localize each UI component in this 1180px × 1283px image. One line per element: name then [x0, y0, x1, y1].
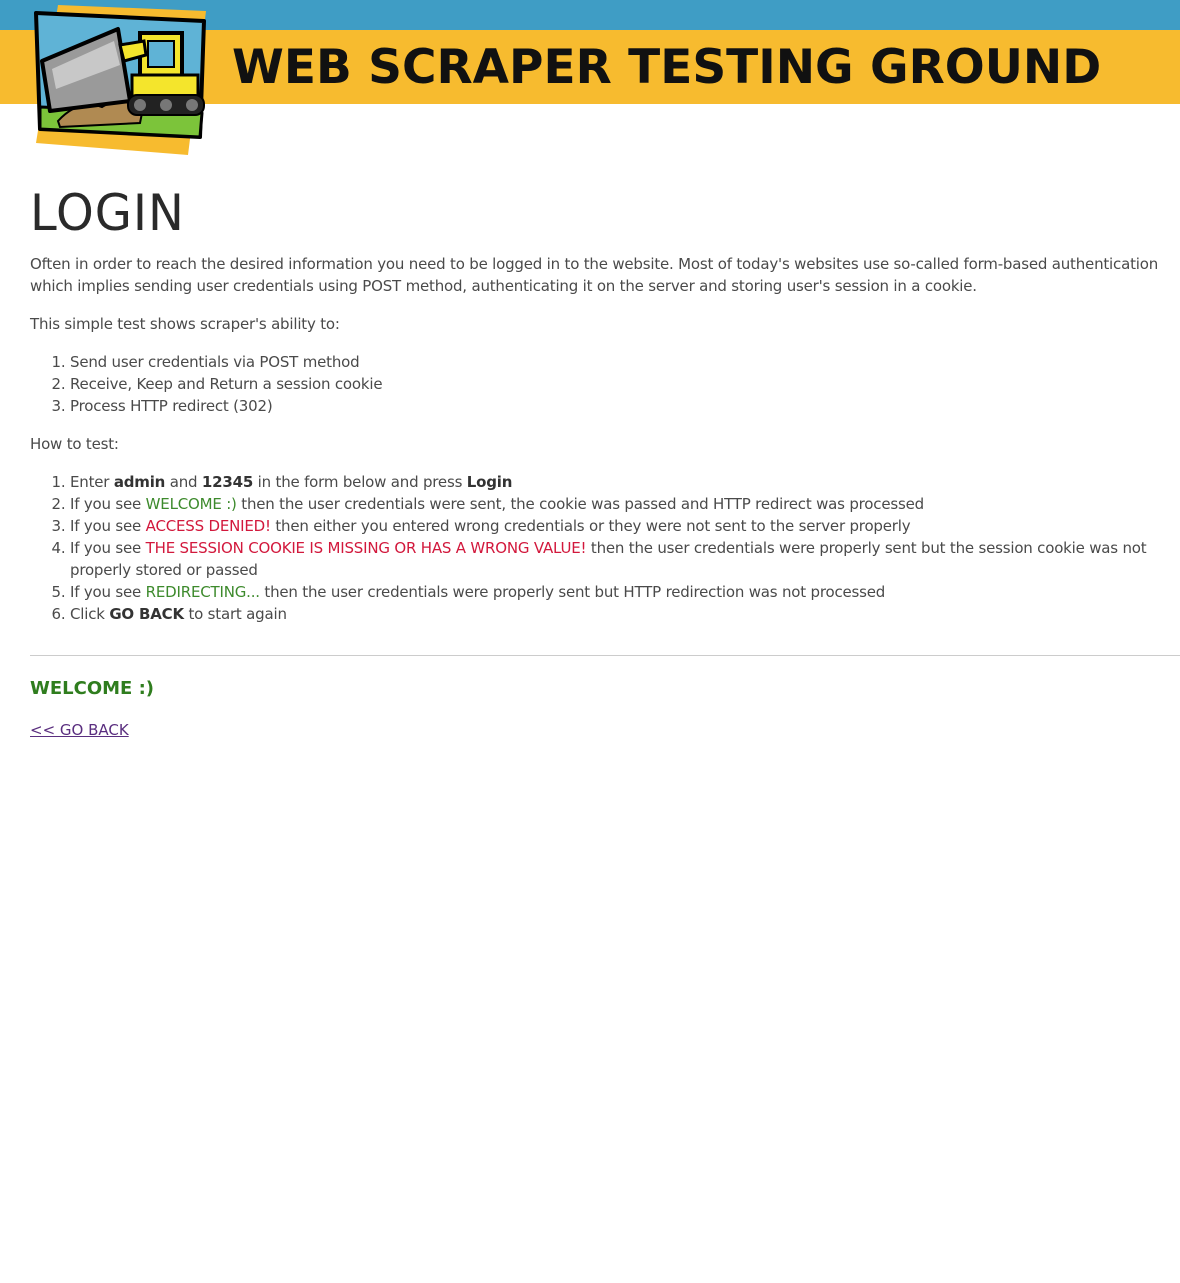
step-item: If you see ACCESS DENIED! then either yo…	[70, 515, 1180, 537]
howto-intro: How to test:	[30, 435, 119, 453]
step-item: Enter admin and 12345 in the form below …	[70, 471, 1180, 493]
test-steps-list: Enter admin and 12345 in the form below …	[30, 471, 1180, 625]
step-item: If you see WELCOME :) then the user cred…	[70, 493, 1180, 515]
step-text: If you see	[70, 539, 146, 557]
status-redirecting: REDIRECTING...	[145, 583, 260, 601]
step-text: in the form below and press	[253, 473, 467, 491]
step-text: Click	[70, 605, 110, 623]
go-back-link[interactable]: << GO BACK	[30, 719, 129, 741]
status-welcome: WELCOME :)	[145, 495, 237, 513]
step-item: If you see THE SESSION COOKIE IS MISSING…	[70, 537, 1180, 581]
step-item: Click GO BACK to start again	[70, 603, 1180, 625]
step-text: and	[165, 473, 202, 491]
step-text: then either you entered wrong credential…	[270, 517, 911, 535]
status-cookie-missing: THE SESSION COOKIE IS MISSING OR HAS A W…	[145, 539, 587, 557]
ability-list: Send user credentials via POST method Re…	[30, 351, 1180, 417]
credential-username: admin	[113, 473, 166, 491]
page-title: LOGIN	[30, 184, 185, 242]
step-text: then the user credentials were sent, the…	[236, 495, 924, 513]
step-text: If you see	[70, 517, 146, 535]
site-title: WEB SCRAPER TESTING GROUND	[232, 40, 1102, 95]
status-access-denied: ACCESS DENIED!	[145, 517, 271, 535]
main-content: LOGIN Often in order to reach the desire…	[30, 180, 1180, 741]
section-divider	[30, 655, 1180, 656]
intro-paragraph: Often in order to reach the desired info…	[30, 255, 1158, 295]
step-text: to start again	[183, 605, 287, 623]
ability-intro: This simple test shows scraper's ability…	[30, 315, 340, 333]
ability-item: Process HTTP redirect (302)	[70, 395, 1180, 417]
step-text: If you see	[70, 583, 146, 601]
step-text: If you see	[70, 495, 146, 513]
step-item: If you see REDIRECTING... then the user …	[70, 581, 1180, 603]
step-text: Enter	[70, 473, 114, 491]
bulldozer-logo-icon	[34, 5, 206, 155]
ability-item: Receive, Keep and Return a session cooki…	[70, 373, 1180, 395]
ability-item: Send user credentials via POST method	[70, 351, 1180, 373]
go-back-keyword: GO BACK	[109, 605, 184, 623]
result-message: WELCOME :)	[30, 678, 155, 699]
step-text: then the user credentials were properly …	[259, 583, 886, 601]
login-keyword: Login	[466, 473, 513, 491]
credential-password: 12345	[201, 473, 254, 491]
